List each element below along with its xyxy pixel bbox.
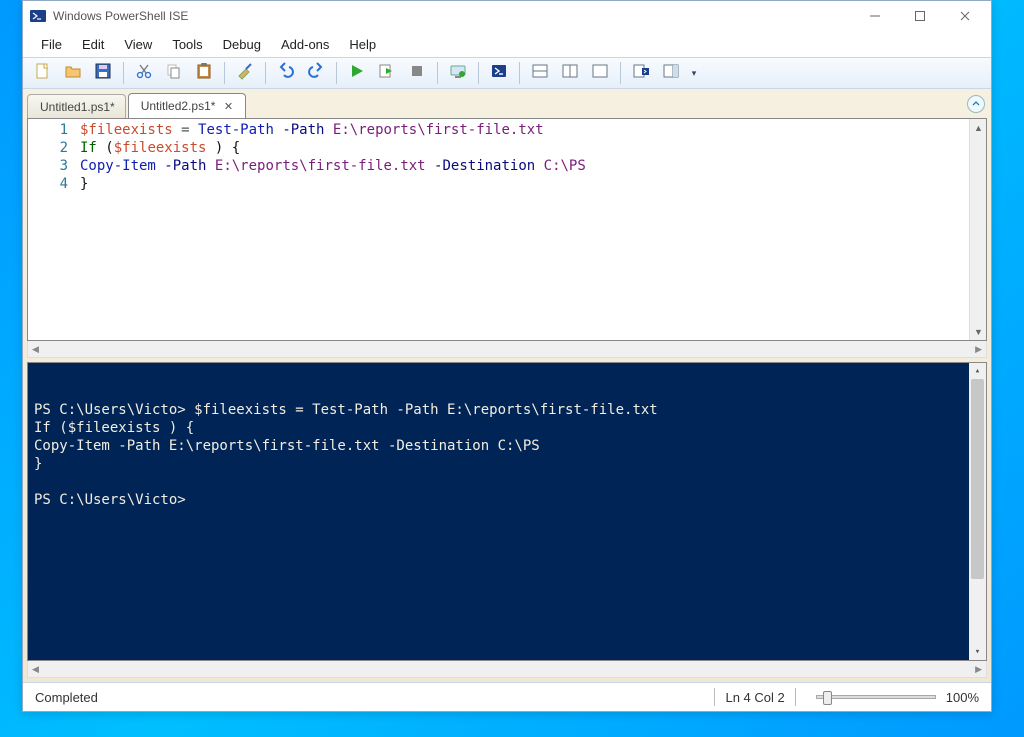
editor-horizontal-scrollbar[interactable]: ◀ ▶: [27, 341, 987, 358]
redo-button[interactable]: [302, 60, 330, 86]
open-file-button[interactable]: [59, 60, 87, 86]
show-command-icon: [632, 62, 650, 85]
stop-icon: [408, 62, 426, 85]
statusbar: Completed Ln 4 Col 2 100%: [23, 682, 991, 711]
line-number: 4: [28, 175, 68, 193]
code-line[interactable]: If ($fileexists ) {: [80, 139, 969, 157]
close-button[interactable]: [942, 2, 987, 30]
menu-debug[interactable]: Debug: [213, 35, 271, 54]
content-area: Untitled1.ps1* Untitled2.ps1* ✕ 1234 $file…: [23, 89, 991, 682]
titlebar: Windows PowerShell ISE: [23, 1, 991, 31]
zoom-slider[interactable]: [816, 695, 936, 699]
line-number: 3: [28, 157, 68, 175]
maximize-button[interactable]: [897, 2, 942, 30]
scroll-right-icon[interactable]: ▶: [975, 664, 982, 675]
tab-label: Untitled1.ps1*: [40, 100, 115, 114]
toolbar: ▾: [23, 57, 991, 89]
menu-help[interactable]: Help: [339, 35, 386, 54]
code-line[interactable]: Copy-Item -Path E:\reports\first-file.tx…: [80, 157, 969, 175]
remote-button[interactable]: [444, 60, 472, 86]
zoom-level: 100%: [946, 690, 979, 705]
menu-view[interactable]: View: [114, 35, 162, 54]
zoom-thumb[interactable]: [823, 691, 832, 705]
ise-window: Windows PowerShell ISE FileEditViewTools…: [22, 0, 992, 712]
paste-icon: [195, 62, 213, 85]
line-number-gutter: 1234: [28, 119, 76, 340]
code-area[interactable]: $fileexists = Test-Path -Path E:\reports…: [76, 119, 969, 340]
scroll-up-icon[interactable]: ▴: [969, 363, 986, 379]
redo-icon: [307, 62, 325, 85]
tab-1[interactable]: Untitled2.ps1* ✕: [128, 93, 247, 118]
collapse-script-pane-button[interactable]: [967, 95, 985, 113]
layout-3-button[interactable]: [586, 60, 614, 86]
minimize-button[interactable]: [852, 2, 897, 30]
layout-3-icon: [591, 62, 609, 85]
show-command-addon-button[interactable]: [657, 60, 685, 86]
console-horizontal-scrollbar[interactable]: ◀ ▶: [27, 661, 987, 678]
cut-button[interactable]: [130, 60, 158, 86]
save-file-icon: [94, 62, 112, 85]
cursor-position: Ln 4 Col 2: [725, 690, 784, 705]
console-pane[interactable]: PS C:\Users\Victo> $fileexists = Test-Pa…: [27, 362, 987, 661]
open-file-icon: [64, 62, 82, 85]
line-number: 2: [28, 139, 68, 157]
powershell-tab-button[interactable]: [485, 60, 513, 86]
menubar: FileEditViewToolsDebugAdd-onsHelp: [23, 31, 991, 57]
code-line[interactable]: $fileexists = Test-Path -Path E:\reports…: [80, 121, 969, 139]
save-file-button[interactable]: [89, 60, 117, 86]
show-command-addon-icon: [662, 62, 680, 85]
run-selection-icon: [378, 62, 396, 85]
layout-2-icon: [561, 62, 579, 85]
scrollbar-thumb[interactable]: [971, 379, 984, 579]
run-selection-button[interactable]: [373, 60, 401, 86]
script-editor[interactable]: 1234 $fileexists = Test-Path -Path E:\re…: [27, 118, 987, 341]
close-icon[interactable]: ✕: [221, 99, 235, 113]
layout-2-button[interactable]: [556, 60, 584, 86]
menu-file[interactable]: File: [31, 35, 72, 54]
layout-1-button[interactable]: [526, 60, 554, 86]
new-file-button[interactable]: [29, 60, 57, 86]
tab-strip: Untitled1.ps1* Untitled2.ps1* ✕: [27, 93, 987, 118]
code-line[interactable]: }: [80, 175, 969, 193]
menu-edit[interactable]: Edit: [72, 35, 114, 54]
layout-1-icon: [531, 62, 549, 85]
show-command-button[interactable]: [627, 60, 655, 86]
tab-label: Untitled2.ps1*: [141, 99, 216, 113]
copy-button[interactable]: [160, 60, 188, 86]
menu-add-ons[interactable]: Add-ons: [271, 35, 339, 54]
copy-icon: [165, 62, 183, 85]
scroll-down-icon[interactable]: ▾: [969, 644, 986, 660]
run-icon: [348, 62, 366, 85]
run-button[interactable]: [343, 60, 371, 86]
scroll-right-icon[interactable]: ▶: [975, 344, 982, 355]
console-output[interactable]: PS C:\Users\Victo> $fileexists = Test-Pa…: [34, 401, 980, 509]
toolbar-overflow-button[interactable]: ▾: [687, 60, 701, 86]
cut-icon: [135, 62, 153, 85]
scroll-up-icon[interactable]: ▲: [970, 119, 987, 136]
clear-button[interactable]: [231, 60, 259, 86]
status-text: Completed: [35, 690, 704, 705]
line-number: 1: [28, 121, 68, 139]
window-controls: [852, 2, 987, 30]
window-title: Windows PowerShell ISE: [53, 9, 852, 23]
menu-tools[interactable]: Tools: [162, 35, 212, 54]
remote-icon: [449, 62, 467, 85]
editor-vertical-scrollbar[interactable]: ▲ ▼: [969, 119, 986, 340]
console-vertical-scrollbar[interactable]: ▴ ▾: [969, 363, 986, 660]
powershell-tab-icon: [490, 62, 508, 85]
chevron-down-icon: ▾: [692, 68, 697, 79]
undo-button[interactable]: [272, 60, 300, 86]
stop-button[interactable]: [403, 60, 431, 86]
undo-icon: [277, 62, 295, 85]
scroll-left-icon[interactable]: ◀: [32, 344, 39, 355]
tab-0[interactable]: Untitled1.ps1*: [27, 94, 126, 118]
scroll-down-icon[interactable]: ▼: [970, 323, 987, 340]
clear-icon: [236, 62, 254, 85]
new-file-icon: [34, 62, 52, 85]
powershell-icon: [29, 7, 47, 25]
scroll-left-icon[interactable]: ◀: [32, 664, 39, 675]
paste-button[interactable]: [190, 60, 218, 86]
